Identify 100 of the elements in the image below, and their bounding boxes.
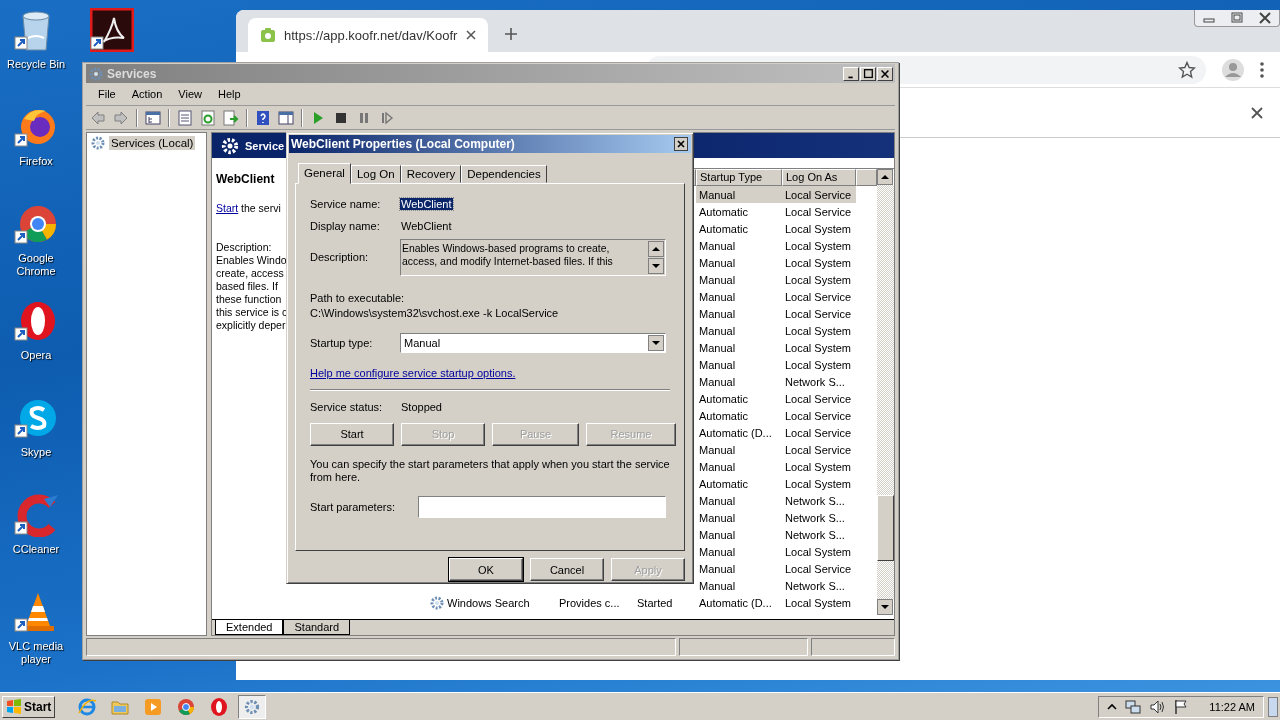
- icon-label[interactable]: Opera: [3, 349, 69, 362]
- table-cell[interactable]: Local System: [782, 594, 856, 611]
- input-field[interactable]: [418, 495, 666, 518]
- tab[interactable]: Log On: [350, 164, 401, 183]
- scroll-up-icon[interactable]: [877, 169, 893, 185]
- speaker-icon[interactable]: [1149, 698, 1166, 715]
- scroll-thumb[interactable]: [877, 495, 894, 561]
- table-cell[interactable]: Manual: [696, 305, 782, 322]
- view-tab[interactable]: Standard: [283, 620, 351, 635]
- table-cell[interactable]: Local System: [782, 237, 856, 254]
- table-cell[interactable]: Local System: [782, 475, 856, 492]
- network-icon[interactable]: [1125, 698, 1142, 715]
- table-cell[interactable]: Manual: [696, 509, 782, 526]
- table-cell[interactable]: Local System: [782, 543, 856, 560]
- icon-label[interactable]: Google Chrome: [3, 252, 69, 278]
- table-cell[interactable]: Local Service: [782, 424, 856, 441]
- resume-icon[interactable]: [379, 109, 395, 126]
- table-cell[interactable]: Automatic (D...: [696, 424, 782, 441]
- button[interactable]: Cancel: [530, 558, 604, 581]
- table-cell[interactable]: Local Service: [782, 390, 856, 407]
- table-cell[interactable]: Local System: [782, 458, 856, 475]
- table-cell[interactable]: Network S...: [782, 577, 856, 594]
- table-cell[interactable]: Manual: [696, 339, 782, 356]
- avatar-icon[interactable]: [1222, 58, 1244, 81]
- startup-type-dropdown[interactable]: Manual: [400, 332, 666, 353]
- scroll-up-icon[interactable]: [648, 240, 664, 257]
- table-cell[interactable]: Manual: [696, 254, 782, 271]
- table-cell[interactable]: Local System: [782, 271, 856, 288]
- table-cell[interactable]: Manual: [696, 441, 782, 458]
- table-cell[interactable]: Local Service: [782, 288, 856, 305]
- table-cell[interactable]: Local System: [782, 322, 856, 339]
- menu-item[interactable]: Help: [209, 88, 249, 100]
- action-pane-icon[interactable]: [278, 109, 294, 126]
- menu-item[interactable]: Action: [123, 88, 171, 100]
- tab[interactable]: Dependencies: [461, 164, 547, 183]
- column-header[interactable]: Log On As: [782, 169, 856, 186]
- table-cell[interactable]: Manual: [696, 271, 782, 288]
- button[interactable]: Start: [310, 422, 394, 446]
- table-cell[interactable]: Manual: [696, 237, 782, 254]
- table-cell[interactable]: Manual: [696, 356, 782, 373]
- tree-pane-icon[interactable]: [145, 109, 161, 126]
- new-tab-icon[interactable]: [505, 28, 517, 40]
- table-cell[interactable]: Automatic: [696, 475, 782, 492]
- star-icon[interactable]: [1178, 60, 1196, 79]
- icon-label[interactable]: Skype: [3, 446, 69, 459]
- close-button[interactable]: [673, 136, 689, 151]
- help-link[interactable]: Help me configure service startup options.: [310, 366, 516, 379]
- table-cell[interactable]: Automatic: [696, 220, 782, 237]
- table-cell[interactable]: Local Service: [782, 305, 856, 322]
- menu-item[interactable]: File: [90, 88, 124, 100]
- browser-tab[interactable]: https://app.koofr.net/dav/Koofr: [248, 18, 488, 52]
- table-cell[interactable]: Local Service: [782, 186, 856, 203]
- table-cell[interactable]: Automatic: [696, 407, 782, 424]
- menu-item[interactable]: View: [170, 88, 210, 100]
- table-cell[interactable]: Local Service: [782, 203, 856, 220]
- table-cell[interactable]: Local System: [782, 339, 856, 356]
- tab[interactable]: Recovery: [400, 164, 462, 183]
- help-icon[interactable]: [255, 109, 271, 126]
- table-cell[interactable]: Manual: [696, 373, 782, 390]
- icon-label[interactable]: Recycle Bin: [3, 58, 69, 71]
- gear-icon[interactable]: [238, 694, 267, 719]
- clock[interactable]: 11:22 AM: [1209, 700, 1255, 713]
- table-cell[interactable]: Manual: [696, 526, 782, 543]
- view-tab[interactable]: Extended: [215, 620, 284, 635]
- start-link[interactable]: Start: [216, 202, 239, 214]
- close-icon[interactable]: [466, 30, 476, 40]
- table-cell[interactable]: Network S...: [782, 509, 856, 526]
- icon-label[interactable]: Firefox: [3, 155, 69, 168]
- scroll-down-icon[interactable]: [648, 257, 664, 274]
- back-icon[interactable]: [90, 109, 106, 126]
- table-cell[interactable]: Local System: [782, 356, 856, 373]
- forward-icon[interactable]: [113, 109, 129, 126]
- properties-icon[interactable]: [177, 109, 193, 126]
- icon-label[interactable]: CCleaner: [3, 543, 69, 556]
- icon-label[interactable]: VLC media player: [3, 640, 69, 666]
- window-controls[interactable]: [1194, 10, 1280, 27]
- minimize-button[interactable]: [843, 66, 859, 81]
- table-cell[interactable]: Manual: [696, 186, 782, 203]
- table-cell[interactable]: Manual: [696, 543, 782, 560]
- column-header[interactable]: [856, 169, 877, 186]
- table-cell[interactable]: Automatic: [696, 203, 782, 220]
- table-cell[interactable]: Network S...: [782, 492, 856, 509]
- table-cell[interactable]: Local Service: [782, 560, 856, 577]
- start-button[interactable]: Start: [2, 695, 56, 718]
- maximize-button[interactable]: [860, 66, 876, 81]
- table-cell[interactable]: Network S...: [782, 373, 856, 390]
- refresh-icon[interactable]: [200, 109, 216, 126]
- table-cell[interactable]: Local Service: [782, 441, 856, 458]
- flag-icon[interactable]: [1173, 698, 1190, 715]
- table-cell[interactable]: Network S...: [782, 526, 856, 543]
- table-cell[interactable]: Manual: [696, 288, 782, 305]
- table-cell[interactable]: Manual: [696, 458, 782, 475]
- table-cell[interactable]: Manual: [696, 577, 782, 594]
- show-desktop-button[interactable]: [1268, 696, 1278, 717]
- table-cell[interactable]: Automatic: [696, 390, 782, 407]
- export-icon[interactable]: [223, 109, 239, 126]
- table-cell[interactable]: Local Service: [782, 407, 856, 424]
- column-header[interactable]: Startup Type: [696, 169, 782, 186]
- close-icon[interactable]: [1251, 106, 1263, 119]
- tab[interactable]: General: [298, 162, 351, 184]
